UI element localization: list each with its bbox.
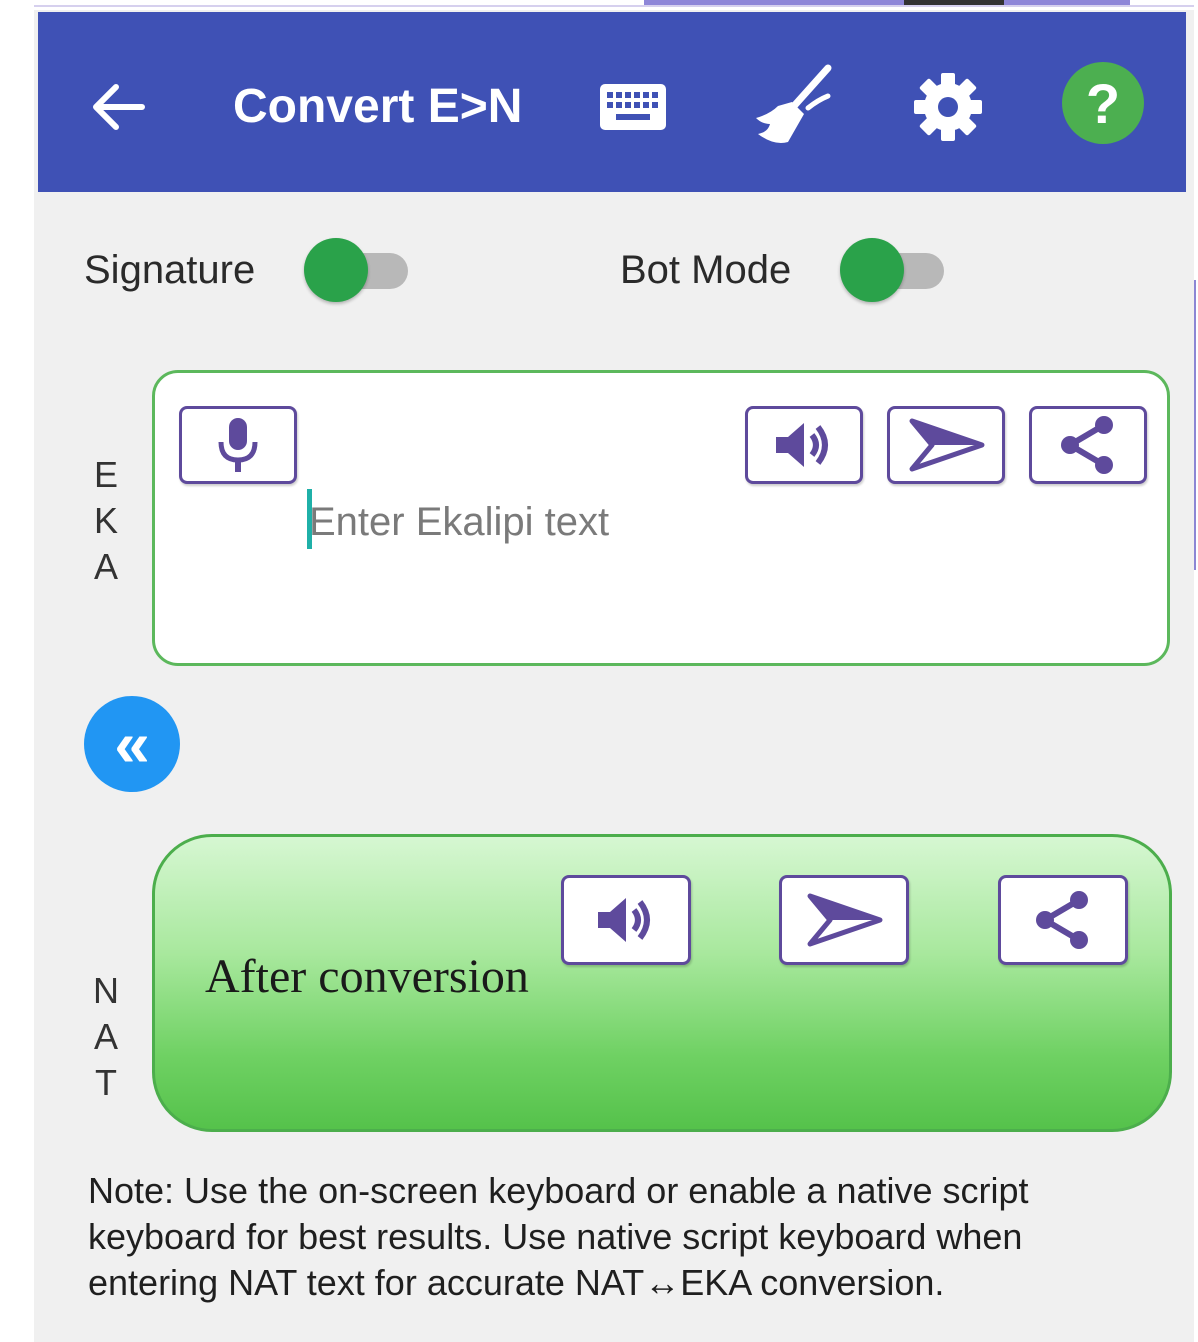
app-screen: Convert E>N ? Signature Bot Mode E K A E…: [34, 0, 1194, 1342]
nat-letter: N: [93, 970, 119, 1011]
broom-icon: [756, 64, 832, 143]
nat-letter: A: [93, 1016, 118, 1057]
eka-letter: K: [93, 500, 118, 541]
nat-output-text: After conversion: [205, 950, 529, 1003]
speak-button-eka[interactable]: [745, 406, 863, 484]
nat-letter: T: [95, 1062, 117, 1103]
eka-letter: A: [93, 546, 118, 587]
share-icon: [1061, 416, 1113, 474]
eka-letter: E: [93, 454, 118, 495]
keyboard-icon: [600, 84, 666, 130]
microphone-button[interactable]: [179, 406, 297, 484]
keyboard-button[interactable]: [593, 67, 673, 147]
status-strip-block: [644, 0, 1130, 5]
settings-button[interactable]: [903, 62, 993, 152]
signature-label: Signature: [84, 248, 256, 292]
send-button-nat[interactable]: [779, 875, 909, 965]
speaker-icon: [598, 898, 650, 942]
send-button-eka[interactable]: [887, 406, 1005, 484]
text-cursor: [307, 489, 312, 549]
send-icon: [807, 893, 883, 947]
microphone-icon: [218, 418, 258, 472]
signature-toggle-thumb: [304, 238, 368, 302]
eka-text-input[interactable]: [305, 491, 1071, 553]
nat-output-box: After conversion: [152, 834, 1172, 1132]
status-strip-line: [34, 5, 1194, 7]
help-button[interactable]: ?: [1062, 62, 1144, 144]
double-chevron-left-icon: «: [114, 708, 150, 780]
share-icon: [1036, 891, 1088, 949]
speak-button-nat[interactable]: [561, 875, 691, 965]
signature-toggle[interactable]: [304, 238, 408, 302]
app-bar: Convert E>N ?: [38, 12, 1186, 192]
share-button-nat[interactable]: [998, 875, 1128, 965]
page-title: Convert E>N: [233, 80, 523, 133]
gear-icon: [914, 73, 982, 141]
eka-input-box: [152, 370, 1170, 666]
status-strip: [34, 0, 1194, 10]
swap-direction-button[interactable]: «: [84, 696, 180, 792]
share-button-eka[interactable]: [1029, 406, 1147, 484]
status-strip-block-dark: [904, 0, 1004, 5]
usage-note: Note: Use the on-screen keyboard or enab…: [88, 1170, 1029, 1303]
clear-button[interactable]: [743, 57, 843, 157]
eka-side-label: E K A: [86, 452, 126, 590]
back-arrow-icon: [93, 84, 145, 130]
help-icon: ?: [1085, 71, 1121, 135]
bot-mode-label: Bot Mode: [620, 248, 792, 292]
send-icon: [909, 418, 985, 472]
bot-mode-toggle-thumb: [840, 238, 904, 302]
nat-side-label: N A T: [86, 968, 126, 1106]
speaker-icon: [776, 423, 828, 467]
bot-mode-toggle[interactable]: [840, 238, 944, 302]
back-button[interactable]: [78, 67, 158, 147]
